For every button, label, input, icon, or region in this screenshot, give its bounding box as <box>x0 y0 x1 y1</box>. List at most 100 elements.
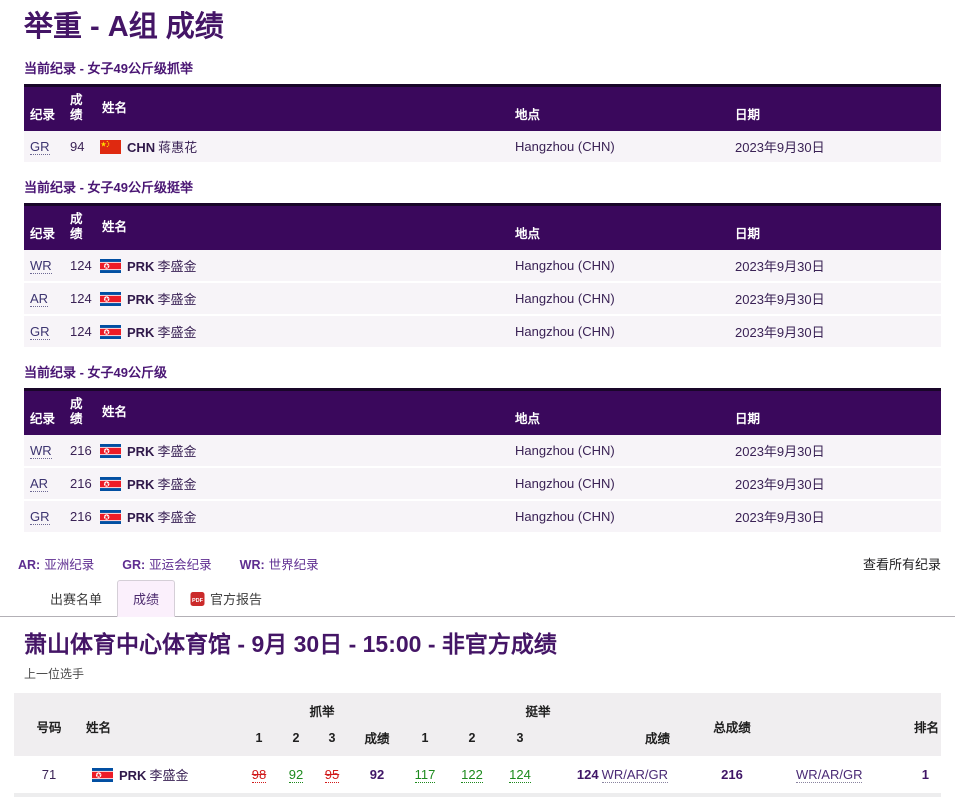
noc-code: PRK <box>127 444 154 459</box>
snatch-attempt-3[interactable]: 95 <box>325 767 339 783</box>
col-header-total: 总成绩 <box>672 693 792 756</box>
record-result-value: 216 <box>64 435 94 467</box>
col-header-cj-3: 3 <box>498 724 542 756</box>
col-header-result: 成绩 <box>64 205 94 251</box>
tab-label: 官方报告 <box>210 589 262 608</box>
record-row: GR 124 PRK李盛金 Hangzhou (CHN) 2023年9月30日 <box>24 315 941 348</box>
athlete-name: 李盛金 <box>157 292 196 307</box>
noc-code: PRK <box>127 477 154 492</box>
total-records-link[interactable]: WR/AR/GR <box>796 767 862 783</box>
rank-value: 1 <box>887 756 941 793</box>
prk-flag <box>100 510 121 524</box>
cj-attempt-3[interactable]: 124 <box>509 767 531 783</box>
records-legend: AR:亚洲纪录 GR:亚运会纪录 WR: 世界纪录 查看所有纪录 <box>18 554 941 573</box>
weightlifting-results-page: 举重 - A组 成绩 当前纪录 - 女子49公斤级抓举 纪录 成绩 姓名 地点 … <box>0 9 955 797</box>
noc-code: PRK <box>127 292 154 307</box>
record-result-value: 216 <box>64 500 94 533</box>
tab-label: 出赛名单 <box>50 589 102 608</box>
page-title: 举重 - A组 成绩 <box>24 9 931 45</box>
record-result-value: 124 <box>64 282 94 315</box>
legend-item: GR:亚运会纪录 <box>122 554 211 573</box>
noc-code: PRK <box>127 325 154 340</box>
col-header-name: 姓名 <box>94 86 509 132</box>
record-result-value: 216 <box>64 467 94 500</box>
record-date: 2023年9月30日 <box>729 435 941 467</box>
col-header-date: 日期 <box>729 390 941 436</box>
record-abbr-link[interactable]: GR <box>30 139 50 155</box>
col-header-cj-result: 成绩 <box>542 724 672 756</box>
record-location: Hangzhou (CHN) <box>509 282 729 315</box>
record-row: AR 124 PRK李盛金 Hangzhou (CHN) 2023年9月30日 <box>24 282 941 315</box>
athlete-name: 李盛金 <box>157 510 196 525</box>
col-header-name: 姓名 <box>94 390 509 436</box>
prk-flag <box>100 325 121 339</box>
col-header-cj-2: 2 <box>446 724 498 756</box>
record-abbr-link[interactable]: GR <box>30 324 50 340</box>
results-table: 号码 姓名 抓举 挺举 总成绩 排名 1 2 3 成绩 1 2 3 成绩 71 <box>14 693 941 793</box>
record-sections: 当前纪录 - 女子49公斤级抓举 纪录 成绩 姓名 地点 日期 GR 94 CH… <box>0 58 955 534</box>
record-location: Hangzhou (CHN) <box>509 500 729 533</box>
record-abbr-link[interactable]: AR <box>30 291 48 307</box>
col-header-date: 日期 <box>729 205 941 251</box>
legend-abbr: AR: <box>18 558 40 572</box>
prk-flag <box>100 259 121 273</box>
col-header-name: 姓名 <box>94 205 509 251</box>
athlete-name: 李盛金 <box>149 768 188 783</box>
record-table: 纪录 成绩 姓名 地点 日期 WR 216 PRK李盛金 Hangzhou (C… <box>24 388 941 534</box>
record-location: Hangzhou (CHN) <box>509 315 729 348</box>
col-header-location: 地点 <box>509 390 729 436</box>
record-row: WR 216 PRK李盛金 Hangzhou (CHN) 2023年9月30日 <box>24 435 941 467</box>
prk-flag <box>100 477 121 491</box>
tab-bar: 出赛名单成绩 PDF 官方报告 <box>0 581 955 617</box>
record-section-subtitle: 当前纪录 - 女子49公斤级 <box>24 362 941 381</box>
tab-start-list[interactable]: 出赛名单 <box>35 581 117 616</box>
record-location: Hangzhou (CHN) <box>509 467 729 500</box>
session-heading: 萧山体育中心体育馆 - 9月 30日 - 15:00 - 非官方成绩 <box>24 630 931 659</box>
record-date: 2023年9月30日 <box>729 467 941 500</box>
record-section-subtitle: 当前纪录 - 女子49公斤级挺举 <box>24 177 941 196</box>
noc-code: PRK <box>119 768 146 783</box>
record-location: Hangzhou (CHN) <box>509 435 729 467</box>
legend-label: 世界纪录 <box>269 558 319 572</box>
record-table: 纪录 成绩 姓名 地点 日期 GR 94 CHN蒋惠花 Hangzhou (CH… <box>24 84 941 164</box>
athlete-name: 李盛金 <box>157 477 196 492</box>
legend-items: AR:亚洲纪录 GR:亚运会纪录 WR: 世界纪录 <box>18 554 347 573</box>
legend-abbr: WR: <box>240 558 265 572</box>
snatch-attempt-1[interactable]: 98 <box>252 767 266 783</box>
record-date: 2023年9月30日 <box>729 131 941 163</box>
snatch-attempt-2[interactable]: 92 <box>289 767 303 783</box>
record-abbr-link[interactable]: WR <box>30 443 52 459</box>
col-header-snatch: 抓举 <box>240 693 404 724</box>
legend-item: AR:亚洲纪录 <box>18 554 94 573</box>
prk-flag <box>100 444 121 458</box>
cj-records-link[interactable]: WR/AR/GR <box>602 767 668 783</box>
col-header-record: 纪录 <box>24 86 64 132</box>
total-result: 216 <box>672 756 792 793</box>
svg-text:PDF: PDF <box>192 597 204 603</box>
record-abbr-link[interactable]: AR <box>30 476 48 492</box>
tab-official-report[interactable]: PDF 官方报告 <box>175 581 277 616</box>
record-abbr-link[interactable]: GR <box>30 509 50 525</box>
view-all-records-link[interactable]: 查看所有纪录 <box>863 554 941 573</box>
col-header-record: 纪录 <box>24 205 64 251</box>
record-location: Hangzhou (CHN) <box>509 250 729 282</box>
noc-code: CHN <box>127 140 155 155</box>
record-result-value: 124 <box>64 315 94 348</box>
cj-attempt-2[interactable]: 122 <box>461 767 483 783</box>
record-section: 当前纪录 - 女子49公斤级抓举 纪录 成绩 姓名 地点 日期 GR 94 CH… <box>24 58 941 164</box>
athlete-name: 蒋惠花 <box>158 140 197 155</box>
col-header-bib: 号码 <box>14 693 84 756</box>
legend-label: 亚运会纪录 <box>149 558 212 572</box>
col-header-location: 地点 <box>509 86 729 132</box>
prk-flag <box>92 768 113 782</box>
col-header-date: 日期 <box>729 86 941 132</box>
record-date: 2023年9月30日 <box>729 282 941 315</box>
record-result-value: 94 <box>64 131 94 163</box>
tab-results[interactable]: 成绩 <box>117 580 175 617</box>
record-abbr-link[interactable]: WR <box>30 258 52 274</box>
col-header-clean-jerk: 挺举 <box>404 693 672 724</box>
cj-attempt-1[interactable]: 117 <box>415 767 436 783</box>
col-header-location: 地点 <box>509 205 729 251</box>
col-header-record: 纪录 <box>24 390 64 436</box>
record-table: 纪录 成绩 姓名 地点 日期 WR 124 PRK李盛金 Hangzhou (C… <box>24 203 941 349</box>
